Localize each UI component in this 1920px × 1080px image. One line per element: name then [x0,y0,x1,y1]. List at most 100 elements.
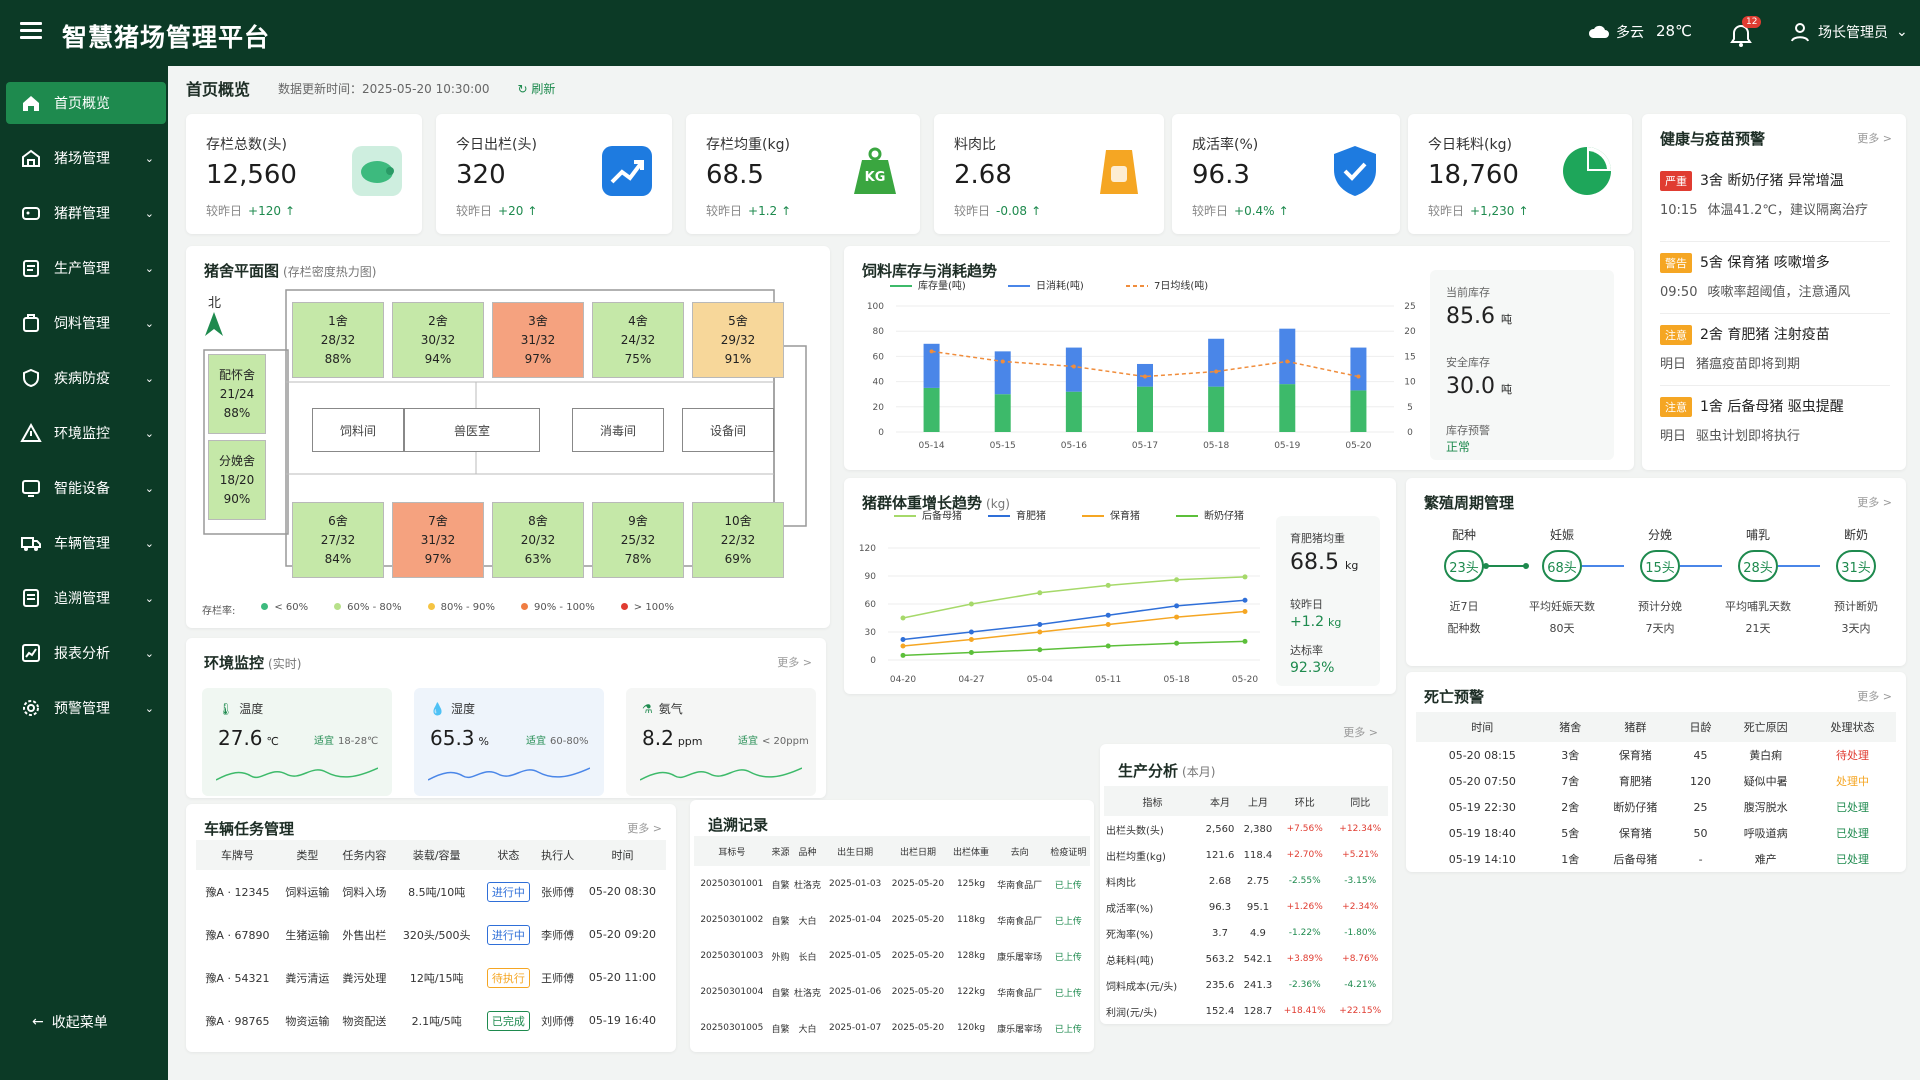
pen-room[interactable]: 9舍 25/32 78% [592,502,684,578]
bar-库存量(吨) [1208,386,1225,432]
current-stock-unit: 吨 [1500,313,1512,326]
refresh-button[interactable]: ↻ 刷新 [517,80,555,97]
collapse-menu-button[interactable]: ← 收起菜单 [32,1012,108,1032]
env-item-0[interactable]: 🌡 温度 27.6 ℃ 适宜 18-28℃ [202,688,392,796]
legend-item: 80% - 90% [427,602,495,617]
table-row[interactable]: 总耗料(吨) 563.2 542.1 +3.89% +8.76% [1104,946,1388,972]
death-more-link[interactable]: 更多 > [1857,688,1892,704]
sidebar-item-11[interactable]: 预警管理 ⌄ [6,687,166,729]
env-value: 27.6 ℃ [218,726,279,750]
cell-cert[interactable]: 已上传 [1047,902,1090,938]
sidebar-item-9[interactable]: 追溯管理 ⌄ [6,577,166,619]
warning-item[interactable]: 警告 5舍 保育猪 咳嗽增多 09:50 咳嗽率超阈值，注意通风 [1660,242,1890,314]
severity-tag: 严重 [1660,171,1692,191]
kpi-delta-value: -0.08 [996,204,1028,218]
cell-cert[interactable]: 已上传 [1047,1010,1090,1046]
cell-yoy: +2.34% [1342,902,1379,912]
production-more-link[interactable]: 更多 > [1343,724,1378,740]
table-row[interactable]: 20250301004 自繁 杜洛克 2025-01-06 2025-05-20 122k… [694,974,1090,1010]
cell-cert[interactable]: 已上传 [1047,974,1090,1010]
table-row[interactable]: 死淘率(%) 3.7 4.9 -1.22% -1.80% [1104,920,1388,946]
sidebar-item-7[interactable]: 智能设备 ⌄ [6,467,166,509]
table-row[interactable]: 成活率(%) 96.3 95.1 +1.26% +2.34% [1104,894,1388,920]
cycle-stage-sub1: 预计分娩 [1638,600,1682,613]
breeding-more-link[interactable]: 更多 > [1857,494,1892,510]
table-row[interactable]: 料肉比 2.68 2.75 -2.55% -3.15% [1104,868,1388,894]
table-row[interactable]: 20250301005 自繁 大白 2025-01-07 2025-05-20 120kg… [694,1010,1090,1046]
pen-count: 28/32 [320,332,356,347]
table-row[interactable]: 豫A · 98765 物资运输 物资配送 2.1吨/5吨 已完成 刘师傅 05-19 16:… [196,999,666,1042]
warning-title-text: 1舍 后备母猪 驱虫提醒 [1700,399,1844,415]
pen-count: 22/32 [720,532,756,547]
kpi-card-3: 料肉比 2.68 较昨日 -0.08 ↑ [934,114,1164,234]
legend-label: 库存量(吨) [918,279,966,292]
cycle-stage-node[interactable]: 28头 [1738,550,1778,582]
table-row[interactable]: 05-19 14:10 1舍 后备母猪 - 难产 已处理 [1416,846,1896,872]
cell-cert[interactable]: 已上传 [1047,866,1090,902]
table-row[interactable]: 豫A · 12345 饲料运输 饲料入场 8.5吨/10吨 进行中 张师傅 05-20 08… [196,870,666,913]
table-row[interactable]: 20250301003 外购 长白 2025-01-05 2025-05-20 128kg… [694,938,1090,974]
pen-name: 4舍 [628,313,648,328]
table-row[interactable]: 05-19 22:30 2舍 断奶仔猪 25 腹泻脱水 已处理 [1416,794,1896,820]
pen-room[interactable]: 分娩舍 18/20 90% [208,440,266,520]
column-header: 本月 [1201,786,1239,816]
pen-room[interactable]: 5舍 29/32 91% [692,302,784,378]
cycle-stage-node[interactable]: 31头 [1836,550,1876,582]
table-row[interactable]: 豫A · 54321 粪污清运 粪污处理 12吨/15吨 待执行 王师傅 05-20 11:… [196,956,666,999]
pen-room[interactable]: 7舍 31/32 97% [392,502,484,578]
device-icon [20,477,42,499]
sidebar-item-4[interactable]: 饲料管理 ⌄ [6,302,166,344]
sidebar-item-6[interactable]: 环境监控 ⌄ [6,412,166,454]
pen-room[interactable]: 配怀舍 21/24 88% [208,354,266,434]
cycle-stage-sub2: 7天内 [1645,622,1675,635]
warnings-more-link[interactable]: 更多 > [1857,130,1892,146]
table-row[interactable]: 20250301002 自繁 大白 2025-01-04 2025-05-20 118kg… [694,902,1090,938]
warning-item[interactable]: 严重 3舍 断奶仔猪 异常增温 10:15 体温41.2℃，建议隔离治疗 [1660,170,1890,242]
cycle-stage-node[interactable]: 23头 [1444,550,1484,582]
hamburger-menu-icon[interactable] [20,22,42,40]
sidebar-item-5[interactable]: 疾病防疫 ⌄ [6,357,166,399]
table-row[interactable]: 05-20 08:15 3舍 保育猪 45 黄白痢 待处理 [1416,742,1896,768]
pen-room[interactable]: 8舍 20/32 63% [492,502,584,578]
table-row[interactable]: 豫A · 67890 生猪运输 外售出栏 320头/500头 进行中 李师傅 05-20 0… [196,913,666,956]
env-item-2[interactable]: ⚗ 氨气 8.2 ppm 适宜 < 20ppm [626,688,816,796]
legend-label: > 100% [633,602,674,613]
cell-status: 进行中 [481,870,537,913]
pen-room[interactable]: 6舍 27/32 84% [292,502,384,578]
cell-src: 自繁 [771,880,790,891]
truck-icon [20,532,42,554]
table-row[interactable]: 05-20 07:50 7舍 育肥猪 120 疑似中暑 处理中 [1416,768,1896,794]
pen-room[interactable]: 2舍 30/32 94% [392,302,484,378]
table-row[interactable]: 饲料成本(元/头) 235.6 241.3 -2.36% -4.21% [1104,972,1388,998]
sidebar-item-10[interactable]: 报表分析 ⌄ [6,632,166,674]
vehicles-more-link[interactable]: 更多 > [627,820,662,836]
env-more-link[interactable]: 更多 > [777,654,812,670]
env-item-1[interactable]: 💧 湿度 65.3% 适宜 60-80% [414,688,604,796]
sidebar-item-1[interactable]: 猪场管理 ⌄ [6,137,166,179]
cycle-stage-node[interactable]: 68头 [1542,550,1582,582]
table-row[interactable]: 20250301001 自繁 杜洛克 2025-01-03 2025-05-20 125k… [694,866,1090,902]
sidebar-item-2[interactable]: 猪群管理 ⌄ [6,192,166,234]
pen-room[interactable]: 10舍 22/32 69% [692,502,784,578]
cell-out: 2025-05-20 [891,915,945,925]
warning-desc: 体温41.2℃，建议隔离治疗 [1707,203,1869,218]
sidebar-item-8[interactable]: 车辆管理 ⌄ [6,522,166,564]
pen-room[interactable]: 3舍 31/32 97% [492,302,584,378]
table-row[interactable]: 出栏均重(kg) 121.6 118.4 +2.70% +5.21% [1104,842,1388,868]
cycle-stage-node[interactable]: 15头 [1640,550,1680,582]
floorplan-title: 猪舍平面图 (存栏密度热力图) [204,260,376,281]
sidebar-item-0[interactable]: 首页概览 [6,82,166,124]
table-row[interactable]: 利润(元/头) 152.4 128.7 +18.41% +22.15% [1104,998,1388,1024]
warning-item[interactable]: 注意 1舍 后备母猪 驱虫提醒 明日 驱虫计划即将执行 [1660,386,1890,458]
cell-cur: 3.7 [1212,927,1228,939]
line-point [1174,603,1180,609]
warning-item[interactable]: 注意 2舍 育肥猪 注射疫苗 明日 猪瘟疫苗即将到期 [1660,314,1890,386]
user-menu[interactable]: 场长管理员 ⌄ [1790,22,1908,42]
cell-cert[interactable]: 已上传 [1047,938,1090,974]
notification-button[interactable]: 12 [1728,16,1762,50]
table-row[interactable]: 05-19 18:40 5舍 保育猪 50 呼吸道病 已处理 [1416,820,1896,846]
sidebar-item-3[interactable]: 生产管理 ⌄ [6,247,166,289]
pen-room[interactable]: 1舍 28/32 88% [292,302,384,378]
table-row[interactable]: 出栏头数(头) 2,560 2,380 +7.56% +12.34% [1104,816,1388,842]
pen-room[interactable]: 4舍 24/32 75% [592,302,684,378]
